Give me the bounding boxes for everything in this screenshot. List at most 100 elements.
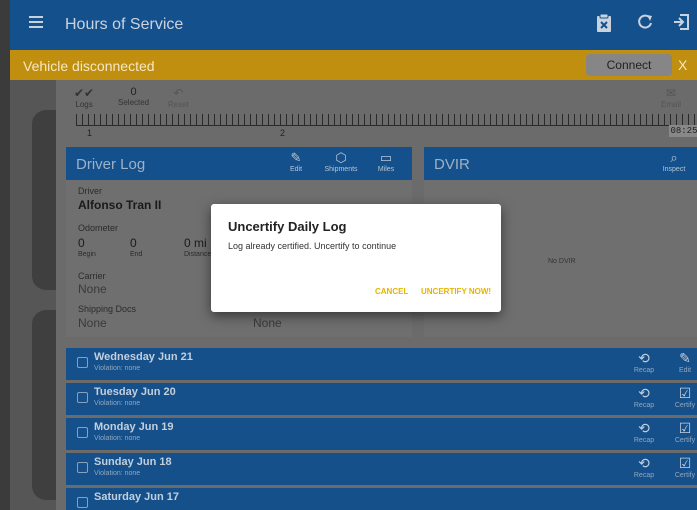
recap-label: Recap: [633, 472, 655, 479]
trailer-value: None: [253, 316, 282, 330]
recap-label: Recap: [633, 402, 655, 409]
shipping-docs-label: Shipping Docs: [78, 304, 137, 314]
violation-text: Violation: none: [94, 435, 141, 442]
logout-icon[interactable]: [669, 13, 693, 37]
refresh-icon[interactable]: [633, 13, 657, 37]
double-check-icon: ✔✔: [74, 86, 95, 100]
recap-button[interactable]: ⟲ Recap: [626, 420, 662, 444]
row-checkbox[interactable]: [77, 462, 88, 473]
banner-close-button[interactable]: X: [678, 57, 687, 73]
clipboard-check-icon: ☑: [678, 455, 692, 471]
inspect-button[interactable]: ⌕ Inspect: [654, 150, 694, 173]
log-day-row[interactable]: Wednesday Jun 21 Violation: none ⟲ Recap…: [66, 348, 697, 380]
device-frame: [0, 0, 10, 510]
page-title: Hours of Service: [65, 16, 184, 33]
selected-counter: 0 Selected: [118, 86, 149, 107]
edit-button[interactable]: ✎ Edit: [276, 150, 316, 173]
undo-icon: ↶: [173, 86, 184, 100]
row-checkbox[interactable]: [77, 357, 88, 368]
rail-card: [32, 110, 56, 290]
shipments-label: Shipments: [324, 166, 358, 173]
row-checkbox[interactable]: [77, 497, 88, 508]
ruler-label-start: 1: [87, 128, 93, 138]
log-day-row[interactable]: Monday Jun 19 Violation: none ⟲ Recap ☑ …: [66, 418, 697, 450]
reset-label: Reset: [168, 100, 189, 109]
banner-message: Vehicle disconnected: [23, 58, 155, 74]
car-icon: ▭: [379, 150, 393, 165]
recap-button[interactable]: ⟲ Recap: [626, 455, 662, 479]
odometer-end-label: End: [130, 251, 143, 258]
history-icon: ⟲: [638, 350, 650, 366]
history-icon: ⟲: [638, 385, 650, 401]
shipping-docs-value: None: [78, 316, 107, 330]
carrier-label: Carrier: [78, 271, 106, 281]
recap-button[interactable]: ⟲ Recap: [626, 385, 662, 409]
distance-value: 0 mi: [184, 236, 207, 250]
odometer-begin-value: 0: [78, 236, 85, 250]
row-checkbox[interactable]: [77, 392, 88, 403]
violation-text: Violation: none: [94, 365, 141, 372]
clipboard-check-icon: ☑: [678, 385, 692, 401]
driver-name: Alfonso Tran II: [78, 198, 162, 212]
miles-label: Miles: [377, 166, 395, 173]
log-ruler[interactable]: [76, 114, 696, 126]
no-dvir-text: No DVIR: [548, 258, 576, 265]
dialog-message: Log already certified. Uncertify to cont…: [228, 241, 397, 251]
log-day-title: Monday Jun 19: [94, 421, 174, 433]
pencil-icon: ✎: [679, 350, 691, 366]
certify-button[interactable]: ☑ Certify: [667, 455, 697, 479]
dvir-title: DVIR: [434, 156, 470, 173]
row-checkbox[interactable]: [77, 427, 88, 438]
selected-label: Selected: [118, 98, 150, 107]
cancel-button[interactable]: CANCEL: [375, 287, 408, 296]
pencil-icon: ✎: [290, 150, 302, 165]
driver-log-title: Driver Log: [76, 156, 146, 173]
action-label: Edit: [678, 367, 692, 374]
action-label: Certify: [674, 472, 696, 479]
menu-icon[interactable]: [24, 13, 48, 37]
uncertify-now-button[interactable]: UNCERTIFY NOW!: [421, 287, 491, 296]
log-day-title: Wednesday Jun 21: [94, 351, 193, 363]
log-day-title: Sunday Jun 18: [94, 456, 172, 468]
search-icon: ⌕: [670, 150, 678, 165]
action-label: Certify: [674, 402, 696, 409]
log-day-title: Tuesday Jun 20: [94, 386, 176, 398]
reset-button[interactable]: ↶ Reset: [168, 86, 189, 109]
clipboard-x-icon[interactable]: [592, 13, 616, 37]
log-day-row[interactable]: Sunday Jun 18 Violation: none ⟲ Recap ☑ …: [66, 453, 697, 485]
certify-button[interactable]: ☑ Certify: [667, 385, 697, 409]
box-icon: ⬡: [335, 150, 347, 165]
email-button[interactable]: ✉ Email: [661, 86, 681, 109]
recap-label: Recap: [633, 437, 655, 444]
odometer-begin-label: Begin: [78, 251, 96, 258]
logs-button[interactable]: ✔✔ Logs: [74, 86, 94, 109]
miles-button[interactable]: ▭ Miles: [366, 150, 406, 173]
action-label: Certify: [674, 437, 696, 444]
vehicle-disconnected-banner: Vehicle disconnected Connect X: [10, 50, 697, 80]
log-day-row[interactable]: Tuesday Jun 20 Violation: none ⟲ Recap ☑…: [66, 383, 697, 415]
certify-button[interactable]: ☑ Certify: [667, 420, 697, 444]
email-label: Email: [661, 100, 682, 109]
log-day-title: Saturday Jun 17: [94, 491, 179, 503]
odometer-label: Odometer: [78, 223, 119, 233]
rail-card: [32, 310, 56, 500]
log-day-row[interactable]: Saturday Jun 17: [66, 488, 697, 510]
dialog-title: Uncertify Daily Log: [228, 219, 347, 234]
violation-text: Violation: none: [94, 470, 141, 477]
recap-button[interactable]: ⟲ Recap: [626, 350, 662, 374]
history-icon: ⟲: [638, 420, 650, 436]
uncertify-dialog: Uncertify Daily Log Log already certifie…: [211, 204, 501, 312]
edit-log-button[interactable]: ✎ Edit: [667, 350, 697, 374]
ruler-label-mid: 2: [280, 128, 286, 138]
clipboard-check-icon: ☑: [678, 420, 692, 436]
connect-button[interactable]: Connect: [586, 54, 672, 76]
shipments-button[interactable]: ⬡ Shipments: [321, 150, 361, 173]
dvir-header: DVIR ⌕ Inspect: [424, 147, 697, 180]
logs-label: Logs: [75, 100, 93, 109]
edit-label: Edit: [289, 166, 303, 173]
driver-label: Driver: [78, 186, 102, 196]
distance-label: Distance: [184, 251, 212, 258]
violation-text: Violation: none: [94, 400, 141, 407]
driver-log-header: Driver Log ✎ Edit ⬡ Shipments ▭ Miles: [66, 147, 412, 180]
odometer-end-value: 0: [130, 236, 137, 250]
